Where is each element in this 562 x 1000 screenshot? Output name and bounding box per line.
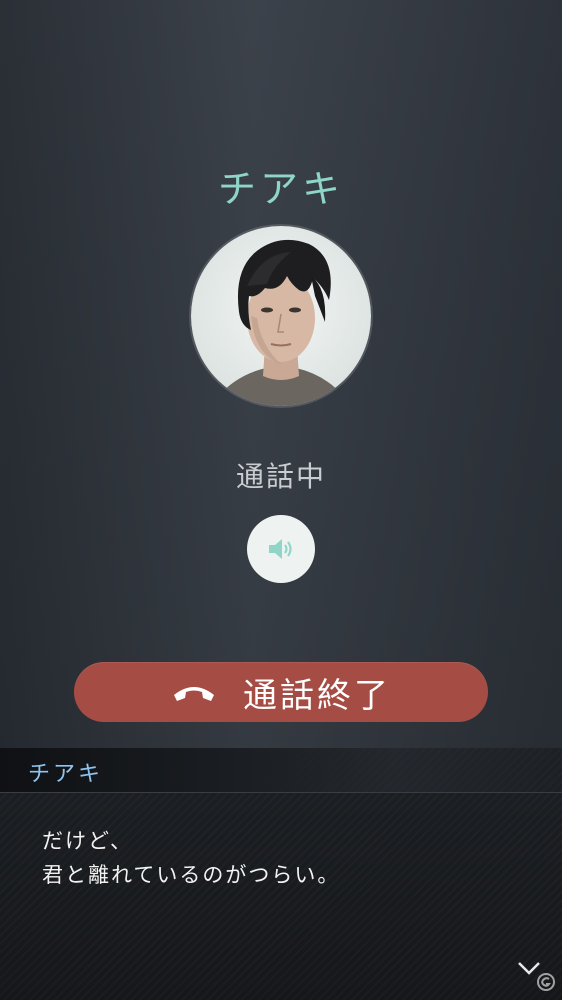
caller-avatar — [191, 226, 371, 406]
end-call-button[interactable]: 通話終了 — [74, 662, 488, 722]
end-call-label: 通話終了 — [243, 675, 391, 716]
watermark-logo-icon — [537, 973, 555, 991]
hang-up-phone-icon — [174, 687, 214, 701]
dialogue-line: だけど、 — [42, 829, 133, 853]
speaker-button[interactable] — [247, 515, 315, 583]
speaker-name-tag: チアキ — [0, 748, 562, 793]
caller-name: チアキ — [217, 167, 344, 211]
dialogue-box[interactable]: チアキ だけど、 君と離れているのがつらい。 — [0, 748, 562, 1000]
dialogue-speaker-name: チアキ — [28, 762, 104, 787]
speaker-volume-icon — [269, 539, 292, 559]
dialogue-line: 君と離れているのがつらい。 — [42, 863, 341, 887]
phone-call-screen: チアキ 通話中 通話終了 チアキ だけど、 君と離れているのがつらい。 — [0, 0, 562, 1000]
call-status-text: 通話中 — [235, 460, 326, 493]
dialogue-text: だけど、 君と離れているのがつらい。 — [42, 824, 522, 892]
